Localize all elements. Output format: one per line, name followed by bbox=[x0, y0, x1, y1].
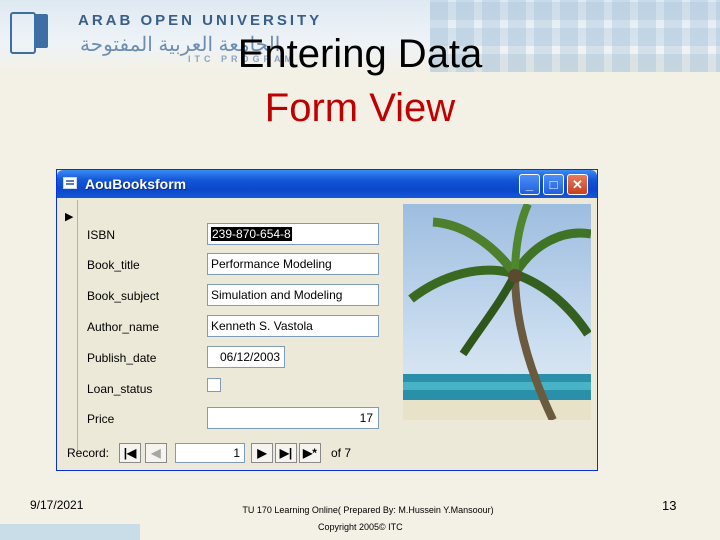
last-record-button[interactable]: ▶| bbox=[275, 443, 297, 463]
footer-course: TU 170 Learning Online( Prepared By: M.H… bbox=[242, 505, 494, 515]
isbn-field[interactable]: 239-870-654-8 bbox=[207, 223, 379, 245]
book-title-label: Book_title bbox=[87, 258, 140, 272]
close-button[interactable]: ✕ bbox=[567, 174, 588, 195]
slide-title: Entering Data bbox=[237, 32, 483, 76]
publish-date-label: Publish_date bbox=[87, 351, 157, 365]
book-subject-field[interactable]: Simulation and Modeling bbox=[207, 284, 379, 306]
slide-number: 13 bbox=[662, 498, 677, 513]
form-icon bbox=[63, 177, 77, 189]
author-name-label: Author_name bbox=[87, 320, 160, 334]
access-form-window: AouBooksform _ □ ✕ ▶ ISBN 239-870-654-8 … bbox=[56, 169, 598, 471]
previous-record-button[interactable]: ◀ bbox=[145, 443, 167, 463]
minimize-button[interactable]: _ bbox=[519, 174, 540, 195]
new-record-button[interactable]: ▶* bbox=[299, 443, 321, 463]
price-field[interactable]: 17 bbox=[207, 407, 379, 429]
loan-status-label: Loan_status bbox=[87, 382, 153, 396]
palm-tree-photo bbox=[403, 204, 591, 420]
isbn-value: 239-870-654-8 bbox=[211, 227, 292, 241]
university-name: ARAB OPEN UNIVERSITY bbox=[78, 12, 323, 29]
window-titlebar[interactable]: AouBooksform _ □ ✕ bbox=[57, 170, 597, 198]
footer-copyright: Copyright 2005© ITC bbox=[318, 522, 403, 532]
slide-subtitle: Form View bbox=[264, 86, 456, 130]
bottom-strip bbox=[0, 524, 140, 540]
book-subject-label: Book_subject bbox=[87, 289, 160, 303]
current-record-arrow-icon: ▶ bbox=[65, 211, 74, 223]
first-record-button[interactable]: |◀ bbox=[119, 443, 141, 463]
next-record-button[interactable]: ▶ bbox=[251, 443, 273, 463]
record-navigation-bar: Record: |◀ ◀ 1 ▶ ▶| ▶* of 7 bbox=[59, 440, 595, 468]
footer-date: 9/17/2021 bbox=[30, 498, 84, 512]
book-title-field[interactable]: Performance Modeling bbox=[207, 253, 379, 275]
maximize-button[interactable]: □ bbox=[543, 174, 564, 195]
author-name-field[interactable]: Kenneth S. Vastola bbox=[207, 315, 379, 337]
record-selector[interactable]: ▶ bbox=[59, 200, 78, 452]
publish-date-field[interactable]: 06/12/2003 bbox=[207, 346, 285, 368]
price-label: Price bbox=[87, 412, 115, 426]
record-label: Record: bbox=[67, 446, 110, 460]
record-count: of 7 bbox=[331, 446, 352, 460]
window-title: AouBooksform bbox=[85, 176, 187, 192]
record-number-field[interactable]: 1 bbox=[175, 443, 245, 463]
loan-status-checkbox[interactable] bbox=[207, 378, 221, 392]
isbn-label: ISBN bbox=[87, 228, 116, 242]
